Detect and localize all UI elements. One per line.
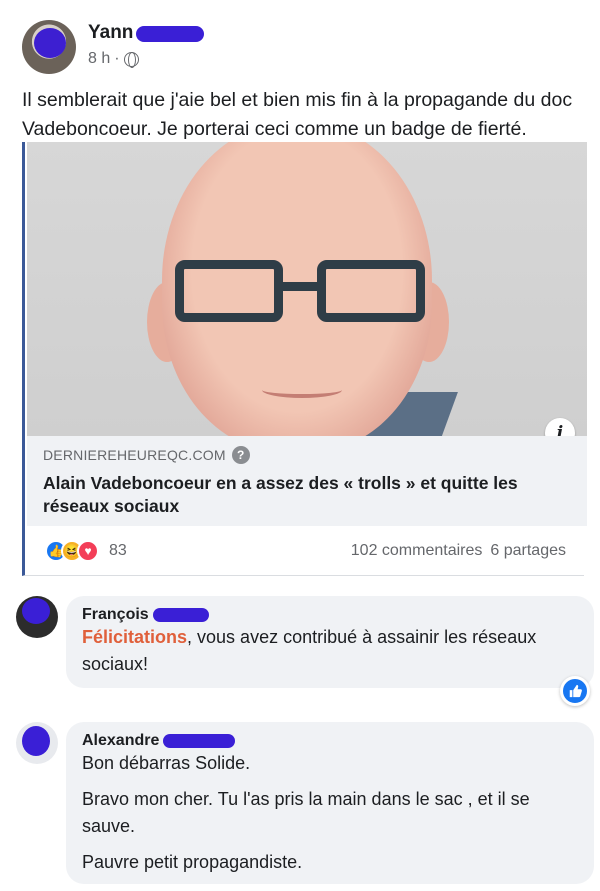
comment-author-redaction [163,734,236,748]
post-time[interactable]: 8 h [88,50,110,68]
author-surname-redaction [136,26,204,42]
question-icon[interactable]: ? [231,446,250,464]
portrait-mouth [262,382,342,398]
love-reaction-icon: ♥ [77,540,99,562]
link-image[interactable]: i [27,142,587,436]
comment-highlight: Félicitations [82,627,188,647]
post-stats: 👍 😆 ♥ 83 102 commentaires 6 partages [22,526,584,576]
glasses-bridge [279,282,321,291]
author-avatar[interactable] [22,20,76,74]
comment-bubble: Alexandre Bon débarras Solide. Bravo mon… [66,722,594,884]
post-author-name[interactable]: Yann [88,22,133,44]
commenter-avatar[interactable] [16,722,58,764]
comment-author-redaction [152,608,209,622]
avatar-redaction [22,598,50,624]
glasses-lens-left [175,260,283,322]
comment-bubble: François Félicitations, vous avez contri… [66,596,594,688]
link-title[interactable]: Alain Vadeboncoeur en a assez des « trol… [43,472,571,518]
portrait-glasses [175,260,425,324]
glasses-lens-right [317,260,425,322]
post-meta: 8 h · [88,50,139,68]
link-domain-row: DERNIEREHEUREQC.COM ? [43,446,571,464]
comment-line: Bon débarras Solide. [82,753,251,773]
avatar-redaction [22,726,50,756]
comment-line: Pauvre petit propagandiste. [82,852,303,872]
shares-count[interactable]: 6 partages [490,542,566,560]
reaction-count[interactable]: 83 [109,542,127,560]
commenter-avatar[interactable] [16,596,58,638]
comment-author[interactable]: François [82,606,578,624]
meta-separator: · [114,50,120,67]
comment-author[interactable]: Alexandre [82,732,578,750]
comments-count[interactable]: 102 commentaires [351,542,483,560]
comment-author-name[interactable]: François [82,606,149,624]
like-icon[interactable] [560,676,590,706]
post-card: Yann 8 h · Il semblerait que j'aie bel e… [0,0,600,582]
globe-icon[interactable] [123,51,139,68]
engagement-counts: 102 commentaires 6 partages [351,542,566,560]
comment-text: Bon débarras Solide. Bravo mon cher. Tu … [82,750,578,876]
post-text: Il semblerait que j'aie bel et bien mis … [22,89,573,140]
comment-line: Bravo mon cher. Tu l'as pris la main dan… [82,789,530,836]
avatar-redaction [34,28,66,58]
link-preview[interactable]: i DERNIEREHEUREQC.COM ? Alain Vadeboncoe… [22,142,587,526]
link-domain: DERNIEREHEUREQC.COM [43,447,226,463]
comment-author-name[interactable]: Alexandre [82,732,159,750]
info-icon[interactable]: i [545,418,575,436]
comment-text: Félicitations, vous avez contribué à ass… [82,624,578,678]
link-meta[interactable]: DERNIEREHEUREQC.COM ? Alain Vadeboncoeur… [27,436,587,526]
reactions[interactable]: 👍 😆 ♥ 83 [45,540,127,562]
